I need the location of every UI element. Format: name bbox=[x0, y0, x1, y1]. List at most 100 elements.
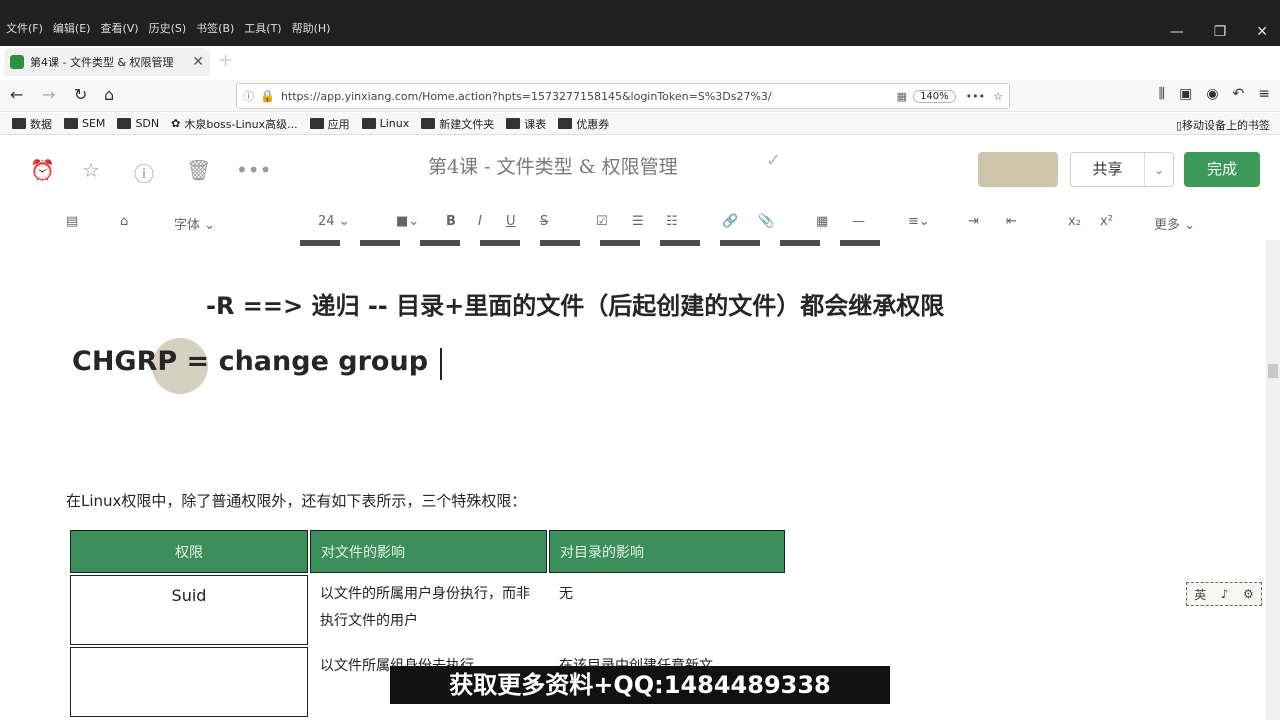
evernote-favicon-icon bbox=[10, 55, 24, 69]
scrollbar-thumb[interactable] bbox=[1268, 364, 1278, 378]
reload-icon[interactable]: ↻ bbox=[74, 85, 87, 104]
italic-icon[interactable]: I bbox=[478, 214, 482, 229]
page-actions-icon[interactable]: ••• bbox=[966, 90, 985, 103]
table-icon[interactable]: ▦ bbox=[816, 214, 828, 229]
back-icon[interactable]: ← bbox=[10, 85, 23, 104]
subscript-icon[interactable]: x₂ bbox=[1068, 214, 1081, 229]
bookmark-folder[interactable]: 数据 bbox=[12, 116, 52, 132]
chevron-down-icon[interactable]: ⌄ bbox=[1145, 163, 1173, 177]
undo-icon[interactable]: ↶ bbox=[1233, 86, 1245, 102]
menu-bookmarks[interactable]: 书签(B) bbox=[196, 20, 234, 36]
hamburger-menu-icon[interactable]: ≡ bbox=[1258, 86, 1270, 102]
folder-icon bbox=[421, 118, 436, 129]
menu-edit[interactable]: 编辑(E) bbox=[53, 20, 91, 36]
bold-icon[interactable]: B bbox=[446, 214, 456, 229]
done-button[interactable]: 完成 bbox=[1184, 152, 1260, 187]
bookmark-folder[interactable]: 优惠券 bbox=[558, 116, 609, 132]
font-size-dropdown[interactable]: 24 ⌄ bbox=[318, 214, 350, 229]
clipped-text-line bbox=[300, 240, 900, 246]
app-window: 文件(F) 编辑(E) 查看(V) 历史(S) 书签(B) 工具(T) 帮助(H… bbox=[0, 0, 1280, 720]
menu-help[interactable]: 帮助(H) bbox=[292, 20, 331, 36]
more-format-label: 更多 bbox=[1154, 218, 1181, 233]
bookmark-label: 课表 bbox=[524, 117, 547, 131]
account-icon[interactable]: ◉ bbox=[1206, 86, 1218, 102]
toolbar-right: ⫼ ▣ ◉ ↶ ≡ bbox=[1159, 86, 1270, 102]
bookmark-label: 应用 bbox=[327, 117, 350, 131]
more-options-icon[interactable]: ••• bbox=[236, 158, 271, 182]
bookmark-folder[interactable]: 应用 bbox=[309, 116, 350, 132]
restore-icon[interactable]: ❐ bbox=[1214, 24, 1227, 40]
outdent-icon[interactable]: ⇤ bbox=[1006, 214, 1017, 229]
ime-moon-icon[interactable]: ♪ bbox=[1221, 587, 1229, 601]
folder-icon bbox=[117, 118, 132, 129]
vertical-scrollbar[interactable] bbox=[1266, 240, 1280, 720]
trash-icon[interactable]: 🗑 bbox=[186, 158, 211, 182]
link-icon[interactable]: 🔗 bbox=[722, 214, 738, 229]
library-icon[interactable]: ⫼ bbox=[1159, 86, 1165, 102]
menu-tools[interactable]: 工具(T) bbox=[244, 20, 281, 36]
ime-english-label[interactable]: 英 bbox=[1194, 586, 1206, 603]
browser-tab[interactable]: 第4课 - 文件类型 & 权限管理 ✕ bbox=[4, 48, 210, 76]
zoom-level[interactable]: 140% bbox=[913, 89, 956, 103]
close-icon[interactable]: ✕ bbox=[1256, 24, 1268, 40]
superscript-icon[interactable]: x² bbox=[1100, 214, 1113, 229]
saved-check-icon: ✓ bbox=[766, 150, 782, 171]
numbered-list-icon[interactable]: ☷ bbox=[666, 214, 678, 229]
address-bar[interactable]: ⓘ 🔒 https://app.yinxiang.com/Home.action… bbox=[236, 83, 1010, 109]
indent-icon[interactable]: ⇥ bbox=[968, 214, 979, 229]
strikethrough-icon[interactable]: S bbox=[540, 214, 548, 229]
text-color-icon[interactable]: ■⌄ bbox=[396, 214, 419, 229]
align-icon[interactable]: ≡⌄ bbox=[908, 214, 930, 229]
menu-history[interactable]: 历史(S) bbox=[149, 20, 187, 36]
home-icon[interactable]: ⌂ bbox=[104, 85, 114, 104]
header-permission: 权限 bbox=[70, 530, 308, 573]
lock-icon[interactable]: ⌂ bbox=[120, 214, 128, 229]
mobile-bookmarks-label: 移动设备上的书签 bbox=[1182, 119, 1270, 132]
horizontal-rule-icon[interactable]: — bbox=[852, 214, 865, 229]
bookmark-label: SEM bbox=[82, 117, 106, 130]
more-format-dropdown[interactable]: 更多 ⌄ bbox=[1154, 214, 1195, 233]
present-button[interactable] bbox=[978, 152, 1058, 187]
tab-close-icon[interactable]: ✕ bbox=[192, 54, 204, 70]
bookmark-folder[interactable]: SDN bbox=[117, 117, 159, 130]
bookmark-folder[interactable]: Linux bbox=[361, 117, 409, 130]
header-file-effect: 对文件的影响 bbox=[310, 530, 547, 573]
checkbox-icon[interactable]: ☑ bbox=[596, 214, 608, 229]
bookmark-label: 木泉boss-Linux高级... bbox=[184, 117, 298, 131]
format-toolbar: ▤ ⌂ 字体 ⌄ 24 ⌄ ■⌄ B I U S ☑ ☰ ☷ 🔗 📎 ▦ — ≡… bbox=[0, 206, 1280, 240]
navigation-bar: ← → ↻ ⌂ ⓘ 🔒 https://app.yinxiang.com/Hom… bbox=[0, 80, 1280, 112]
bookmark-folder[interactable]: 新建文件夹 bbox=[421, 116, 494, 132]
bookmark-folder[interactable]: SEM bbox=[64, 117, 105, 130]
bullet-list-icon[interactable]: ☰ bbox=[632, 214, 644, 229]
share-button[interactable]: 共享 ⌄ bbox=[1070, 152, 1174, 187]
promo-banner: 获取更多资料+QQ:1484489338 bbox=[390, 666, 890, 704]
bookmark-label: 优惠券 bbox=[576, 117, 610, 131]
forward-icon[interactable]: → bbox=[42, 85, 55, 104]
underline-icon[interactable]: U bbox=[506, 214, 516, 229]
sidebar-icon[interactable]: ▣ bbox=[1179, 86, 1192, 102]
bookmark-folder[interactable]: 课表 bbox=[506, 116, 546, 132]
qr-icon[interactable]: ▦ bbox=[897, 90, 907, 103]
table-cell bbox=[70, 647, 308, 717]
bookmark-star-icon[interactable]: ☆ bbox=[993, 90, 1003, 103]
bookmark-link[interactable]: ✿ 木泉boss-Linux高级... bbox=[171, 116, 298, 132]
ime-toolbar[interactable]: 英 ♪ ⚙ bbox=[1186, 582, 1262, 606]
table-cell: 以文件的所属用户身份执行，而非执行文件的用户 bbox=[320, 586, 530, 629]
menu-view[interactable]: 查看(V) bbox=[100, 20, 138, 36]
mobile-bookmarks[interactable]: ▯移动设备上的书签 bbox=[1176, 117, 1270, 133]
window-controls: — ❐ ✕ bbox=[1170, 24, 1268, 40]
note-body[interactable]: -R ==> 递归 -- 目录+里面的文件（后起创建的文件）都会继承权限 CHG… bbox=[0, 240, 1265, 720]
info-icon[interactable]: ⓘ bbox=[243, 88, 254, 104]
favorite-star-icon[interactable]: ☆ bbox=[82, 158, 100, 182]
font-dropdown[interactable]: 字体 ⌄ bbox=[174, 214, 215, 233]
new-tab-icon[interactable]: + bbox=[218, 50, 233, 71]
url-text[interactable]: https://app.yinxiang.com/Home.action?hpt… bbox=[281, 90, 897, 103]
minimize-icon[interactable]: — bbox=[1170, 24, 1184, 40]
template-icon[interactable]: ▤ bbox=[66, 214, 78, 229]
menu-file[interactable]: 文件(F) bbox=[6, 20, 43, 36]
reminder-clock-icon[interactable]: ⏰ bbox=[30, 158, 55, 182]
info-icon[interactable]: ⓘ bbox=[134, 158, 154, 187]
attachment-icon[interactable]: 📎 bbox=[758, 214, 774, 229]
ime-settings-icon[interactable]: ⚙ bbox=[1243, 587, 1254, 601]
note-title[interactable]: 第4课 - 文件类型 & 权限管理 bbox=[428, 152, 678, 179]
